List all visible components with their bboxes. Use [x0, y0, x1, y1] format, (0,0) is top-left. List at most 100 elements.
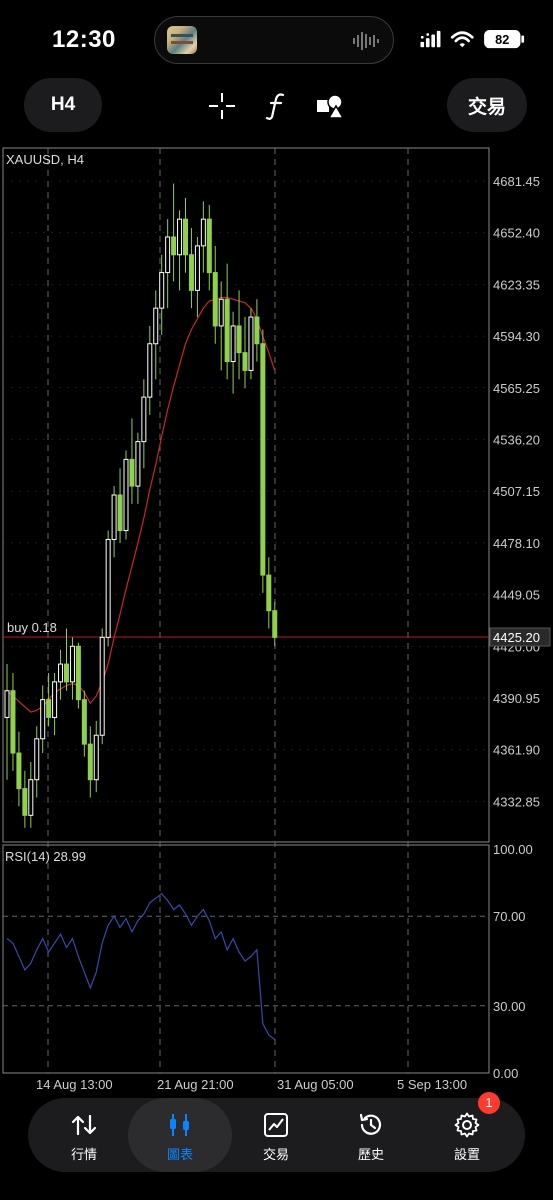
candle-body: [22, 788, 28, 816]
candle-body: [165, 236, 171, 274]
rsi-tick-label: 100.00: [493, 842, 533, 857]
price-tick-label: 4478.10: [493, 536, 540, 551]
candle-body: [93, 734, 99, 781]
tab-chart-label: 圖表: [166, 1147, 193, 1162]
tab-chart[interactable]: 圖表: [128, 1098, 232, 1172]
settings-badge: 1: [478, 1092, 500, 1114]
trade-icon: [264, 1113, 288, 1137]
candle-body: [272, 610, 278, 638]
rsi-tick-label: 0.00: [493, 1066, 518, 1081]
main-chart-frame: [2, 147, 490, 843]
date-tick-label: 21 Aug 21:00: [157, 1077, 234, 1092]
function-icon[interactable]: [262, 91, 292, 121]
dynamic-island[interactable]: [154, 16, 394, 64]
candle-body: [135, 441, 141, 487]
shapes-icon[interactable]: [315, 91, 345, 121]
candle-body: [58, 663, 64, 683]
quotes-icon: [71, 1114, 97, 1136]
date-tick-label: 5 Sep 13:00: [397, 1077, 467, 1092]
price-tick-label: 4332.85: [493, 794, 540, 809]
chart-labels: 4681.45 4652.40 4623.35 4594.30 4565.25 4536.…: [5, 152, 551, 1092]
signal-icon: [420, 30, 441, 48]
candle-body: [4, 690, 10, 718]
price-tick-label: 4623.35: [493, 277, 540, 292]
price-tick-label: 4449.05: [493, 588, 540, 603]
candle-body: [260, 343, 266, 576]
candle-body: [75, 645, 81, 701]
tab-trade-label: 交易: [262, 1147, 289, 1162]
candle-body: [129, 458, 135, 487]
tab-quotes[interactable]: 行情: [38, 1098, 130, 1172]
rsi-tick-label: 30.00: [493, 999, 526, 1014]
candle-body: [28, 779, 34, 816]
candle-body: [171, 236, 177, 256]
audio-waveform-icon: [353, 32, 379, 50]
candle-body: [46, 699, 52, 718]
history-icon: [359, 1113, 382, 1135]
candles-layer: [4, 183, 278, 828]
price-tick-label: 4565.25: [493, 381, 540, 396]
candle-body: [266, 574, 272, 612]
price-tick-label: 4507.15: [493, 484, 540, 499]
candle-body: [206, 218, 212, 274]
candle-body: [248, 316, 254, 371]
candle-body: [159, 272, 165, 309]
trade-button[interactable]: 交易: [447, 78, 527, 132]
tab-history-label: 歷史: [357, 1147, 384, 1162]
candle-body: [194, 245, 200, 291]
candle-body: [153, 307, 159, 345]
settings-icon: [454, 1112, 480, 1138]
candle-body: [254, 316, 260, 345]
battery-percent: 82: [495, 32, 509, 47]
price-tick-label: 4652.40: [493, 226, 540, 241]
bottom-tab-bar: 行情 圖表 交易 歷史 設置 1: [28, 1092, 525, 1172]
candle-body: [64, 663, 69, 683]
tab-settings[interactable]: 設置: [421, 1098, 513, 1172]
status-bar: 12:30 82: [0, 0, 553, 80]
candle-body: [10, 690, 16, 754]
tab-history[interactable]: 歷史: [325, 1098, 417, 1172]
candle-body: [87, 743, 93, 781]
candle-body: [123, 458, 129, 532]
symbol-label: XAUUSD, H4: [6, 152, 84, 167]
price-tick-label: 4361.90: [493, 743, 540, 758]
wifi-icon: [450, 31, 474, 48]
price-tick-label: 4681.45: [493, 174, 540, 189]
candle-body: [147, 343, 153, 398]
rsi-label: RSI(14) 28.99: [5, 849, 86, 864]
candle-body: [69, 645, 75, 683]
candle-body: [236, 325, 242, 354]
candle-body: [99, 636, 105, 736]
candle-body: [177, 218, 183, 256]
rsi-layer: [6, 892, 276, 1040]
current-price-label: 4425.20: [493, 630, 540, 645]
chart-grid: [2, 147, 490, 1074]
candle-body: [183, 218, 188, 256]
rsi-chart-frame: [2, 844, 490, 1074]
candle-body: [52, 681, 58, 718]
now-playing-thumbnail: [167, 26, 197, 54]
candle-body: [212, 272, 218, 327]
price-tick-label: 4390.95: [493, 691, 540, 706]
candle-body: [141, 396, 147, 443]
rsi-line: [6, 892, 276, 1040]
chart-canvas[interactable]: 4681.45 4652.40 4623.35 4594.30 4565.25 4536.…: [0, 145, 553, 1095]
status-time: 12:30: [52, 26, 116, 53]
price-tick-label: 4536.20: [493, 432, 540, 447]
timeframe-button[interactable]: H4: [24, 78, 102, 132]
tab-quotes-label: 行情: [70, 1147, 97, 1162]
tab-trade[interactable]: 交易: [230, 1098, 322, 1172]
candle-body: [105, 538, 111, 638]
candle-body: [188, 254, 194, 291]
tab-settings-label: 設置: [453, 1147, 480, 1162]
price-tick-label: 4594.30: [493, 329, 540, 344]
date-tick-label: 31 Aug 05:00: [277, 1077, 354, 1092]
candle-body: [117, 494, 123, 532]
candle-body: [81, 699, 87, 745]
candle-body: [16, 752, 22, 790]
price-chart[interactable]: 4681.45 4652.40 4623.35 4594.30 4565.25 4536.…: [0, 145, 553, 1095]
status-icons: 82: [420, 30, 525, 49]
position-label: buy 0.18: [7, 620, 57, 635]
crosshair-icon[interactable]: [207, 91, 237, 121]
candle-body: [200, 218, 206, 247]
